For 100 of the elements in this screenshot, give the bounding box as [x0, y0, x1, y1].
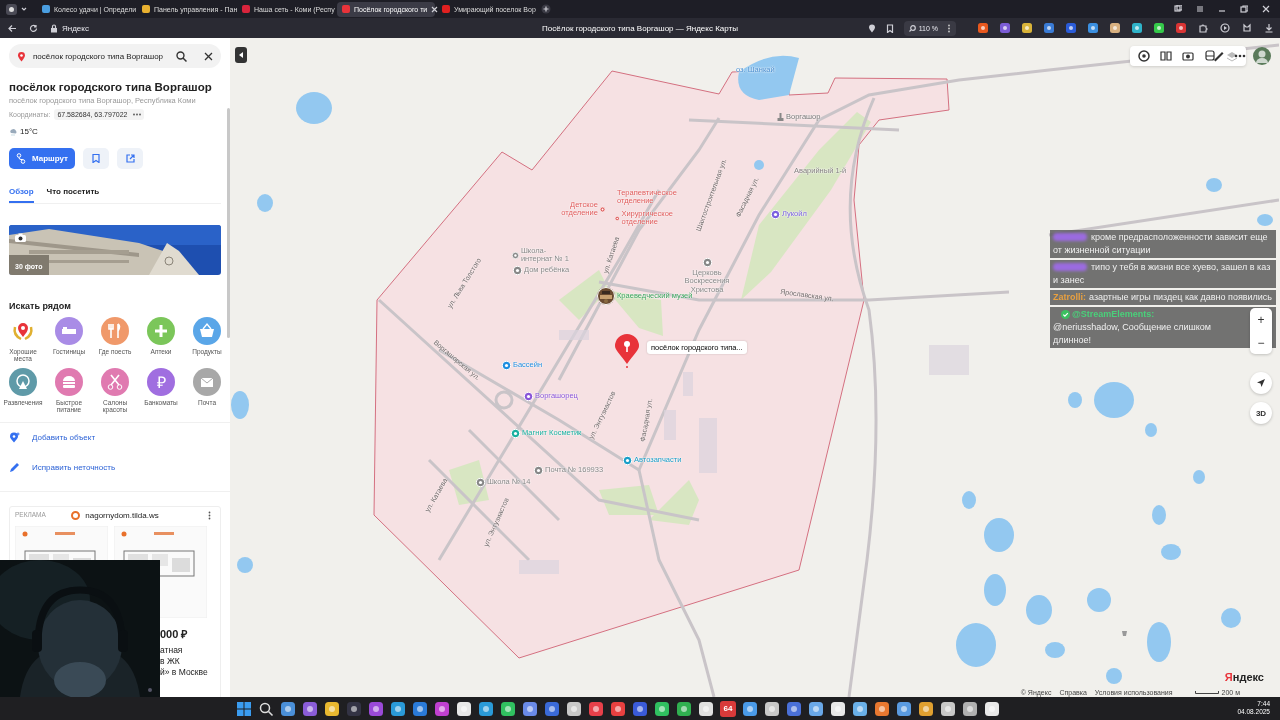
ad-text: в ЖК [160, 655, 181, 667]
more-icon[interactable] [1234, 54, 1246, 58]
place-marker-icon [599, 204, 605, 214]
layers-icon[interactable] [1226, 50, 1238, 62]
app-icon[interactable] [390, 700, 406, 717]
building [559, 330, 589, 340]
app-icon[interactable] [544, 700, 560, 717]
ruler-icon[interactable] [1212, 50, 1224, 62]
app-icon[interactable] [918, 700, 934, 717]
app-icon[interactable] [522, 700, 538, 717]
address-text[interactable]: Яндекс [62, 23, 89, 33]
puzzle-icon[interactable] [1198, 23, 1208, 33]
lake [1161, 544, 1181, 560]
menu-icon[interactable] [1196, 5, 1204, 13]
traffic-icon[interactable] [1138, 50, 1150, 62]
app-icon[interactable] [456, 700, 472, 717]
app-icon[interactable] [368, 700, 384, 717]
building [664, 410, 676, 440]
app-icon[interactable] [940, 700, 956, 717]
book-icon[interactable] [1160, 50, 1172, 62]
camera-icon[interactable] [1182, 50, 1194, 62]
tab[interactable]: Что посетить [46, 187, 100, 203]
lake [956, 623, 996, 667]
location-icon[interactable] [867, 23, 876, 33]
app-icon[interactable] [610, 700, 626, 717]
app-icon[interactable] [500, 700, 516, 717]
extension-icon[interactable] [1176, 23, 1186, 33]
app-icon[interactable] [742, 700, 758, 717]
app-icon[interactable] [830, 700, 846, 717]
ad-domain[interactable]: nagornydom.tilda.ws [85, 510, 159, 520]
extension-icon[interactable] [1000, 23, 1010, 33]
extension-icon[interactable] [1110, 23, 1120, 33]
place-marker-icon [534, 466, 543, 475]
app-icon[interactable] [786, 700, 802, 717]
bus-icon[interactable] [1204, 50, 1216, 62]
3d-button[interactable]: 3D [1250, 402, 1272, 424]
action-link[interactable]: Добавить объект [9, 422, 221, 453]
app-icon[interactable] [412, 700, 428, 717]
extension-icon[interactable] [1044, 23, 1054, 33]
download-icon[interactable] [1264, 23, 1274, 33]
play-icon[interactable] [1220, 23, 1230, 33]
app-icon[interactable] [632, 700, 648, 717]
search-icon[interactable] [176, 50, 187, 62]
lake [962, 491, 976, 509]
lake [1193, 470, 1205, 484]
route-button[interactable]: Маршрут [9, 148, 75, 169]
bookmark-icon[interactable] [885, 23, 894, 33]
app-icon[interactable] [962, 700, 978, 717]
start-icon[interactable] [236, 700, 252, 717]
action-link[interactable]: Исправить неточность [9, 452, 221, 483]
app-icon[interactable] [324, 700, 340, 717]
lake [1026, 595, 1052, 625]
extension-icon[interactable] [1088, 23, 1098, 33]
zoom-in-button[interactable]: + [1250, 308, 1272, 331]
collapse-button[interactable] [235, 47, 247, 63]
app-icon[interactable] [434, 700, 450, 717]
app-icon[interactable] [896, 700, 912, 717]
reload-icon[interactable] [29, 23, 38, 33]
locate-button[interactable] [1250, 372, 1272, 394]
rain-cloud-icon [9, 127, 17, 136]
zoom-out-button[interactable]: − [1250, 331, 1272, 354]
tab[interactable]: Обзор [9, 187, 34, 203]
app-icon[interactable]: 64 [720, 700, 736, 717]
more-icon[interactable] [208, 510, 211, 520]
tabs-icon[interactable] [1174, 5, 1182, 13]
app-icon[interactable] [852, 700, 868, 717]
app-icon[interactable] [346, 700, 362, 717]
app-icon[interactable] [588, 700, 604, 717]
extension-icon[interactable] [1154, 23, 1164, 33]
restore-icon[interactable] [1240, 5, 1248, 13]
more-icon[interactable] [947, 23, 951, 33]
back-icon[interactable] [8, 23, 17, 33]
lake [257, 194, 273, 212]
extension-icon[interactable] [1022, 23, 1032, 33]
lake [1145, 423, 1157, 437]
extension-icon[interactable] [1132, 23, 1142, 33]
app-icon[interactable] [478, 700, 494, 717]
lake [1106, 668, 1122, 684]
app-icon[interactable] [654, 700, 670, 717]
extension-icon[interactable] [978, 23, 988, 33]
avatar-icon[interactable] [1253, 47, 1271, 65]
app-icon[interactable] [676, 700, 692, 717]
bookmark-button[interactable] [83, 148, 109, 169]
app-icon[interactable] [566, 700, 582, 717]
map-pin-icon[interactable] [614, 334, 640, 368]
section-heading: Искать рядом [9, 301, 72, 311]
app-icon[interactable] [698, 700, 714, 717]
new-tab-icon[interactable] [541, 4, 551, 14]
app-icon[interactable] [984, 700, 1000, 717]
app-icon[interactable] [280, 700, 296, 717]
app-icon[interactable] [808, 700, 824, 717]
app-icon[interactable] [874, 700, 890, 717]
search-field[interactable]: посёлок городского типа Воргашор [9, 44, 221, 68]
app-icon[interactable] [302, 700, 318, 717]
browser-menu-icon[interactable] [6, 3, 17, 15]
scrollbar[interactable] [227, 108, 230, 338]
app-icon[interactable] [764, 700, 780, 717]
extension-icon[interactable] [1066, 23, 1076, 33]
close-icon[interactable] [204, 51, 213, 61]
search-icon[interactable] [258, 700, 274, 717]
